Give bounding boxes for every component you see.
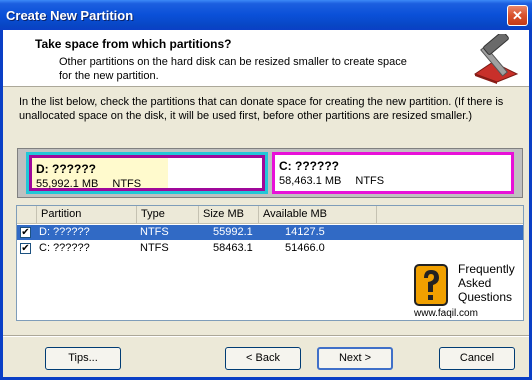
header-title: Take space from which partitions? bbox=[35, 37, 232, 51]
wizard-hammer-icon bbox=[473, 34, 519, 84]
cancel-button[interactable]: Cancel bbox=[439, 347, 515, 370]
table-row[interactable]: ✔ D: ?????? NTFS 55992.1 14127.5 bbox=[17, 225, 523, 240]
column-header-partition[interactable]: Partition bbox=[37, 206, 137, 223]
faq-line-2: Asked bbox=[458, 276, 492, 290]
partition-map: D: ?????? 55,992.1 MB NTFS C: ?????? 58,4… bbox=[17, 148, 523, 198]
row-available: 14127.5 bbox=[285, 226, 325, 238]
back-button[interactable]: < Back bbox=[225, 347, 301, 370]
faq-line-3: Questions bbox=[458, 290, 513, 304]
partition-d-size: 55,992.1 MB bbox=[36, 178, 99, 190]
wizard-window: Create New Partition ✕ Take space from w… bbox=[0, 0, 532, 380]
list-header: Partition Type Size MB Available MB bbox=[17, 206, 523, 224]
window-title: Create New Partition bbox=[6, 8, 134, 23]
faq-line-1: Frequently bbox=[458, 262, 515, 276]
close-button[interactable]: ✕ bbox=[507, 5, 528, 26]
partition-c-fs: NTFS bbox=[355, 175, 385, 187]
partition-c-info: 58,463.1 MB NTFS bbox=[279, 175, 384, 187]
row-partition: D: ?????? bbox=[39, 226, 90, 238]
instructions-text: In the list below, check the partitions … bbox=[19, 96, 504, 122]
partition-c-name: C: ?????? bbox=[279, 159, 339, 173]
row-checkbox[interactable]: ✔ bbox=[20, 243, 31, 254]
row-size: 58463.1 bbox=[213, 242, 253, 254]
wizard-header: Take space from which partitions? Other … bbox=[3, 30, 529, 87]
partition-block-d[interactable]: D: ?????? 55,992.1 MB NTFS bbox=[26, 152, 268, 194]
partition-block-c[interactable]: C: ?????? 58,463.1 MB NTFS bbox=[272, 152, 514, 194]
partition-d-fs: NTFS bbox=[112, 178, 142, 190]
partition-list[interactable]: Partition Type Size MB Available MB ✔ D:… bbox=[16, 205, 524, 321]
table-row[interactable]: ✔ C: ?????? NTFS 58463.1 51466.0 bbox=[17, 241, 523, 256]
title-bar[interactable]: Create New Partition ✕ bbox=[0, 0, 532, 30]
header-subtitle: Other partitions on the hard disk can be… bbox=[59, 56, 407, 82]
row-partition: C: ?????? bbox=[39, 242, 90, 254]
row-checkbox[interactable]: ✔ bbox=[20, 227, 31, 238]
next-button[interactable]: Next > bbox=[317, 347, 393, 370]
partition-c-size: 58,463.1 MB bbox=[279, 175, 342, 187]
partition-d-name: D: ?????? bbox=[36, 162, 96, 176]
question-mark-logo-icon bbox=[414, 264, 448, 306]
faq-url: www.faqil.com bbox=[414, 308, 478, 319]
partition-block-d-inner: D: ?????? 55,992.1 MB NTFS bbox=[29, 155, 265, 191]
row-size: 55992.1 bbox=[213, 226, 253, 238]
row-available: 51466.0 bbox=[285, 242, 325, 254]
column-header-size[interactable]: Size MB bbox=[199, 206, 259, 223]
faq-watermark: Frequently Asked Questions www.faqil.com bbox=[414, 260, 522, 320]
column-header-check[interactable] bbox=[17, 206, 37, 223]
tips-button[interactable]: Tips... bbox=[45, 347, 121, 370]
column-header-type[interactable]: Type bbox=[137, 206, 199, 223]
partition-d-info: 55,992.1 MB NTFS bbox=[36, 178, 141, 190]
row-type: NTFS bbox=[140, 226, 169, 238]
button-separator bbox=[3, 335, 529, 337]
row-type: NTFS bbox=[140, 242, 169, 254]
column-header-available[interactable]: Available MB bbox=[259, 206, 377, 223]
faq-text: Frequently Asked Questions bbox=[458, 262, 515, 304]
